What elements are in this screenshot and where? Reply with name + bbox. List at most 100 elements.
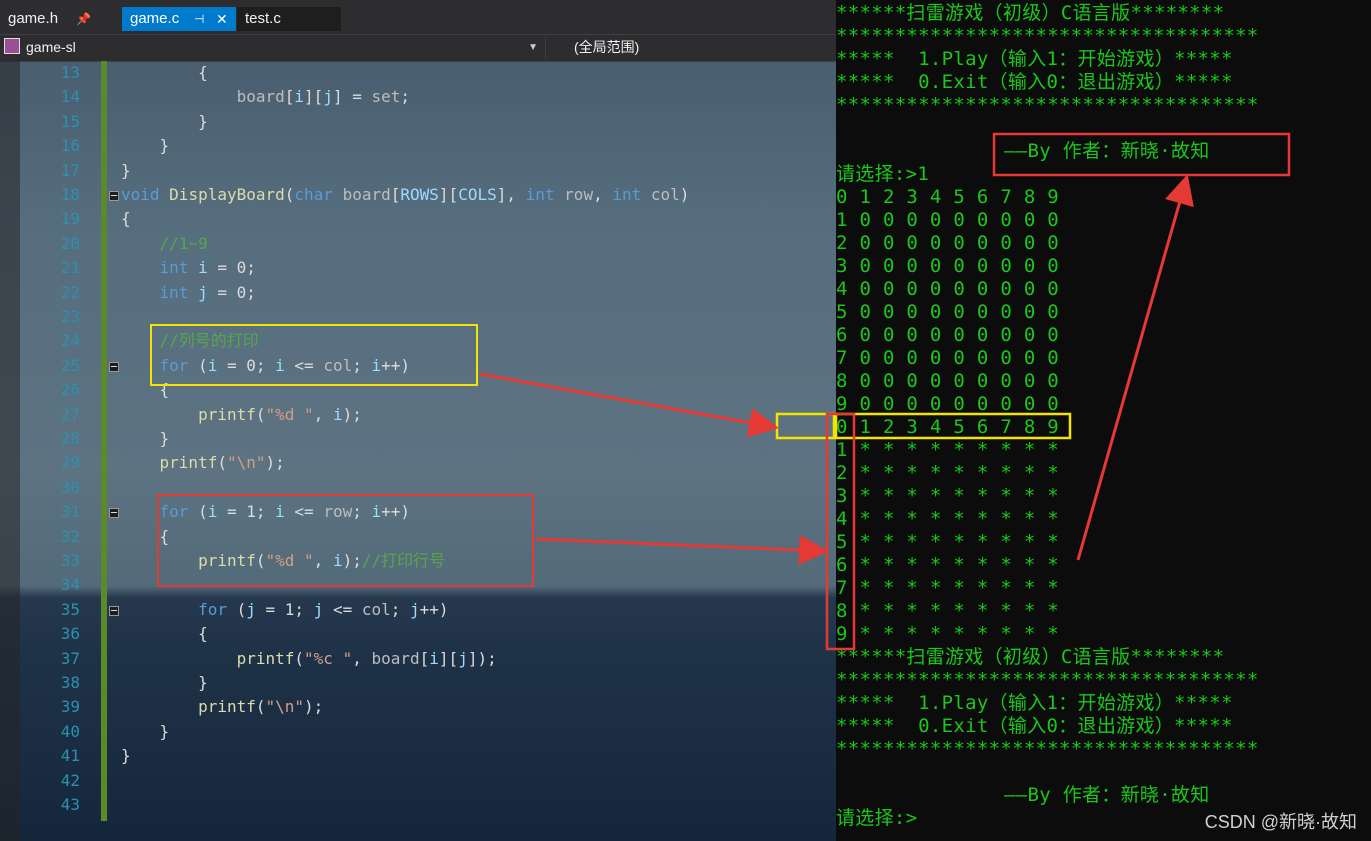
code-text: { xyxy=(121,624,208,644)
console-board-row: 7 * * * * * * * * * xyxy=(836,577,1060,599)
pin-icon[interactable]: ⊣ xyxy=(194,7,204,31)
code-line[interactable]: 40 } xyxy=(0,720,836,744)
code-text: } xyxy=(121,746,131,766)
console-menu-line: ***** 1.Play（输入1：开始游戏）***** xyxy=(836,48,1233,70)
code-line[interactable]: 29 printf("\n"); xyxy=(0,451,836,475)
code-text: printf("%c ", board[i][j]); xyxy=(236,648,497,668)
line-number: 13 xyxy=(60,63,80,82)
collapse-icon[interactable] xyxy=(109,508,119,519)
line-number: 25 xyxy=(60,355,80,375)
code-line[interactable]: 27 printf("%d ", i); xyxy=(0,403,836,427)
line-number: 22 xyxy=(60,282,80,302)
console-board-row: 3 0 0 0 0 0 0 0 0 0 xyxy=(836,255,1060,277)
console-board-row: 7 0 0 0 0 0 0 0 0 0 xyxy=(836,347,1060,369)
line-number: 23 xyxy=(60,307,80,326)
code-line[interactable]: 22 int j = 0; xyxy=(0,281,836,305)
navigation-bar: game-sl ▼ (全局范围) xyxy=(0,34,836,62)
line-number: 15 xyxy=(60,111,80,131)
console-author-line: ——By 作者：新晓·故知 xyxy=(1004,784,1210,806)
console-prompt-line: 请选择:> xyxy=(836,807,918,829)
line-number: 41 xyxy=(60,746,80,766)
code-line[interactable]: 15 } xyxy=(0,110,836,134)
close-icon[interactable]: ✕ xyxy=(216,7,228,31)
code-text: } xyxy=(121,136,170,156)
code-editor[interactable]: game.h 📌 game.c ⊣ ✕ test.c game-sl ▼ (全局… xyxy=(0,0,836,841)
code-line[interactable]: 38 } xyxy=(0,671,836,695)
tab-label: test.c xyxy=(245,10,281,27)
console-menu-line: ************************************ xyxy=(836,94,1259,116)
line-number: 31 xyxy=(60,502,80,522)
code-line[interactable]: 42 xyxy=(0,769,836,793)
tab-label: game.h xyxy=(8,10,59,27)
line-number: 35 xyxy=(60,599,80,619)
collapse-icon[interactable] xyxy=(109,605,119,616)
code-line[interactable]: 16 } xyxy=(0,134,836,158)
console-menu-line: ***** 1.Play（输入1：开始游戏）***** xyxy=(836,692,1233,714)
code-text: board[i][j] = set; xyxy=(236,87,411,107)
console-prompt-line: 请选择:>1 xyxy=(836,163,930,185)
code-line[interactable]: 28 } xyxy=(0,427,836,451)
code-text: for (j = 1; j <= col; j++) xyxy=(198,599,449,619)
line-number: 43 xyxy=(60,795,80,814)
console-window[interactable]: CSDN @新晓·故知 ******扫雷游戏（初级）C语言版******** **… xyxy=(836,0,1371,841)
line-number: 28 xyxy=(60,429,80,448)
code-text: void DisplayBoard(char board[ROWS][COLS]… xyxy=(121,185,690,204)
line-number: 38 xyxy=(60,673,80,692)
code-line[interactable]: 20 //1~9 xyxy=(0,232,836,256)
collapse-icon[interactable] xyxy=(109,191,119,201)
line-number: 34 xyxy=(60,575,80,595)
line-number: 27 xyxy=(60,404,80,424)
code-text: } xyxy=(121,721,170,741)
code-line[interactable]: 13 { xyxy=(0,61,836,85)
line-number: 19 xyxy=(60,209,80,229)
project-icon xyxy=(4,38,20,54)
line-number: 36 xyxy=(60,624,80,644)
scope-dropdown[interactable]: (全局范围) xyxy=(574,37,639,58)
project-name: game-sl xyxy=(26,39,76,55)
code-text: //1~9 xyxy=(159,233,208,253)
tab-bar: game.h 📌 game.c ⊣ ✕ test.c xyxy=(0,0,836,34)
code-text: } xyxy=(121,111,208,131)
code-line[interactable]: 36 { xyxy=(0,622,836,646)
console-menu-line: ************************************ xyxy=(836,25,1259,47)
code-text: printf("\n"); xyxy=(159,453,285,473)
code-text: } xyxy=(121,429,170,448)
pin-icon[interactable]: 📌 xyxy=(76,7,91,31)
code-line[interactable]: 21 int i = 0; xyxy=(0,256,836,280)
code-line[interactable]: 43 xyxy=(0,793,836,817)
tab-game-h[interactable]: game.h 📌 xyxy=(0,7,122,31)
code-line[interactable]: 14 board[i][j] = set; xyxy=(0,85,836,109)
line-number: 14 xyxy=(60,87,80,107)
csdn-watermark: CSDN @新晓·故知 xyxy=(1204,812,1357,832)
project-dropdown[interactable]: game-sl ▼ xyxy=(4,37,542,58)
code-line[interactable]: 41} xyxy=(0,744,836,768)
console-board-row: 4 0 0 0 0 0 0 0 0 0 xyxy=(836,278,1060,300)
collapse-icon[interactable] xyxy=(109,361,119,372)
console-board-row: 6 0 0 0 0 0 0 0 0 0 xyxy=(836,324,1060,346)
code-line[interactable]: 39 printf("\n"); xyxy=(0,695,836,719)
tab-test-c[interactable]: test.c xyxy=(237,7,341,31)
code-line[interactable]: 17} xyxy=(0,159,836,183)
code-line[interactable]: 18 void DisplayBoard(char board[ROWS][COL… xyxy=(0,183,836,207)
code-line[interactable]: 37 printf("%c ", board[i][j]); xyxy=(0,647,836,671)
tab-label: game.c xyxy=(130,10,180,27)
line-number: 42 xyxy=(60,770,80,790)
console-board-row: 1 * * * * * * * * * xyxy=(836,439,1060,461)
console-board-row: 4 * * * * * * * * * xyxy=(836,508,1060,530)
line-number: 24 xyxy=(60,331,80,351)
console-board-row: 0 1 2 3 4 5 6 7 8 9 xyxy=(836,416,1060,438)
code-text: printf("\n"); xyxy=(198,697,324,717)
line-number: 40 xyxy=(60,721,80,741)
code-line[interactable]: 19 { xyxy=(0,207,836,231)
chevron-down-icon[interactable]: ▼ xyxy=(528,37,538,58)
code-line[interactable]: 35 for (j = 1; j <= col; j++) xyxy=(0,598,836,622)
console-board-row: 8 * * * * * * * * * xyxy=(836,600,1060,622)
console-board-row: 2 0 0 0 0 0 0 0 0 0 xyxy=(836,232,1060,254)
console-menu-line: ******扫雷游戏（初级）C语言版******** xyxy=(836,2,1225,24)
console-board-row: 9 * * * * * * * * * xyxy=(836,623,1060,645)
console-board-row: 3 * * * * * * * * * xyxy=(836,485,1060,507)
code-text: int j = 0; xyxy=(159,282,256,302)
console-board-row: 5 * * * * * * * * * xyxy=(836,531,1060,553)
tab-game-c[interactable]: game.c ⊣ ✕ xyxy=(122,7,236,31)
line-number: 33 xyxy=(60,551,80,570)
